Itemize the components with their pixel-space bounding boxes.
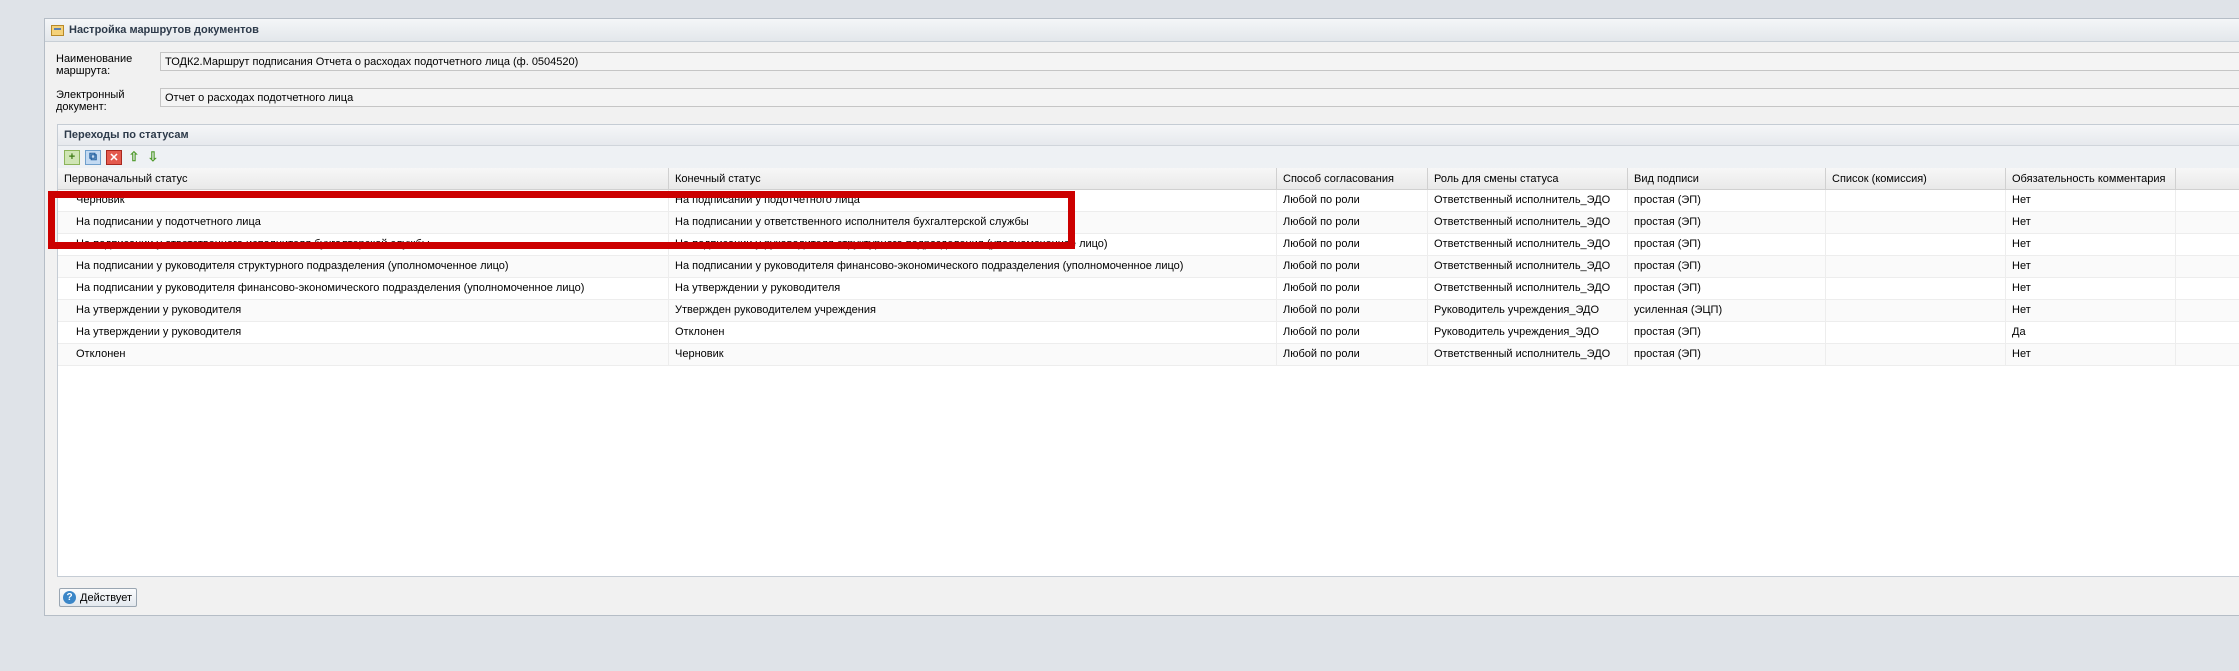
cell-final-status: Утвержден руководителем учреждения <box>669 300 1277 321</box>
cell-signature-type: простая (ЭП) <box>1628 344 1826 365</box>
cell-approval-method: Любой по роли <box>1277 344 1428 365</box>
window-titlebar: Настройка маршрутов документов <box>45 19 2239 42</box>
cell-comment-required: Нет <box>2006 344 2176 365</box>
help-icon: ? <box>63 591 76 604</box>
cell-approval-method: Любой по роли <box>1277 278 1428 299</box>
table-row[interactable]: На утверждении у руководителя Утвержден … <box>58 300 2239 322</box>
cell-commission-list <box>1826 278 2006 299</box>
cell-commission-list <box>1826 212 2006 233</box>
copy-icon[interactable]: ⧉ <box>85 149 101 165</box>
col-header-final-status[interactable]: Конечный статус <box>669 168 1277 189</box>
cell-initial-status: На утверждении у руководителя <box>58 322 669 343</box>
table-row[interactable]: На подписании у руководителя структурног… <box>58 256 2239 278</box>
cell-comment-required: Нет <box>2006 256 2176 277</box>
cell-signature-type: простая (ЭП) <box>1628 190 1826 211</box>
route-settings-window: Настройка маршрутов документов Наименова… <box>44 18 2239 616</box>
document-label: Электронный документ: <box>56 89 125 113</box>
cell-final-status: Отклонен <box>669 322 1277 343</box>
cell-comment-required: Нет <box>2006 190 2176 211</box>
cell-approval-method: Любой по роли <box>1277 190 1428 211</box>
route-name-field[interactable]: ТОДК2.Маршрут подписания Отчета о расход… <box>160 52 2239 71</box>
col-header-commission-list[interactable]: Список (комиссия) <box>1826 168 2006 189</box>
cell-approval-method: Любой по роли <box>1277 300 1428 321</box>
move-down-icon[interactable]: ⇩ <box>146 149 160 165</box>
table-row[interactable]: Черновик На подписании у подотчетного ли… <box>58 190 2239 212</box>
cell-initial-status: На подписании у ответственного исполните… <box>58 234 669 255</box>
status-transitions-panel: Переходы по статусам + ⧉ ✕ ⇧ ⇩ Первонача… <box>57 124 2239 577</box>
cell-approval-method: Любой по роли <box>1277 234 1428 255</box>
cell-role: Ответственный исполнитель_ЭДО <box>1428 190 1628 211</box>
document-field[interactable]: Отчет о расходах подотчетного лица <box>160 88 2239 107</box>
col-header-role[interactable]: Роль для смены статуса <box>1428 168 1628 189</box>
table-row[interactable]: На подписании у руководителя финансово-э… <box>58 278 2239 300</box>
window-title: Настройка маршрутов документов <box>69 24 259 36</box>
cell-approval-method: Любой по роли <box>1277 256 1428 277</box>
table-row[interactable]: Отклонен Черновик Любой по роли Ответств… <box>58 344 2239 366</box>
cell-final-status: На подписании у руководителя финансово-э… <box>669 256 1277 277</box>
cell-role: Ответственный исполнитель_ЭДО <box>1428 234 1628 255</box>
cell-final-status: На подписании у руководителя структурног… <box>669 234 1277 255</box>
delete-icon[interactable]: ✕ <box>106 149 122 165</box>
route-name-row: Наименование маршрута: ТОДК2.Маршрут под… <box>45 52 2239 77</box>
cell-role: Ответственный исполнитель_ЭДО <box>1428 256 1628 277</box>
cell-commission-list <box>1826 190 2006 211</box>
table-row[interactable]: На подписании у ответственного исполните… <box>58 234 2239 256</box>
cell-initial-status: На подписании у руководителя финансово-э… <box>58 278 669 299</box>
cell-initial-status: Черновик <box>58 190 669 211</box>
col-header-comment-required[interactable]: Обязательность комментария <box>2006 168 2176 189</box>
document-row: Электронный документ: Отчет о расходах п… <box>45 88 2239 113</box>
cell-role: Ответственный исполнитель_ЭДО <box>1428 278 1628 299</box>
add-icon[interactable]: + <box>64 149 80 165</box>
cell-commission-list <box>1826 322 2006 343</box>
cell-final-status: Черновик <box>669 344 1277 365</box>
cell-initial-status: На утверждении у руководителя <box>58 300 669 321</box>
cell-final-status: На подписании у подотчетного лица <box>669 190 1277 211</box>
route-name-label: Наименование маршрута: <box>56 53 133 77</box>
cell-final-status: На утверждении у руководителя <box>669 278 1277 299</box>
table-row[interactable]: На утверждении у руководителя Отклонен Л… <box>58 322 2239 344</box>
cell-comment-required: Нет <box>2006 300 2176 321</box>
cell-commission-list <box>1826 234 2006 255</box>
cell-role: Ответственный исполнитель_ЭДО <box>1428 212 1628 233</box>
transitions-grid: Первоначальный статус Конечный статус Сп… <box>58 168 2239 366</box>
cell-approval-method: Любой по роли <box>1277 322 1428 343</box>
cell-initial-status: На подписании у подотчетного лица <box>58 212 669 233</box>
cell-signature-type: простая (ЭП) <box>1628 256 1826 277</box>
cell-final-status: На подписании у ответственного исполните… <box>669 212 1277 233</box>
status-button-label: Действует <box>80 591 133 604</box>
status-active-button[interactable]: ? Действует <box>59 588 138 607</box>
cell-signature-type: простая (ЭП) <box>1628 234 1826 255</box>
cell-role: Руководитель учреждения_ЭДО <box>1428 300 1628 321</box>
col-header-signature-type[interactable]: Вид подписи <box>1628 168 1826 189</box>
cell-signature-type: простая (ЭП) <box>1628 212 1826 233</box>
cell-signature-type: простая (ЭП) <box>1628 278 1826 299</box>
cell-commission-list <box>1826 300 2006 321</box>
cell-initial-status: Отклонен <box>58 344 669 365</box>
col-header-approval-method[interactable]: Способ согласования <box>1277 168 1428 189</box>
cell-commission-list <box>1826 256 2006 277</box>
cell-role: Ответственный исполнитель_ЭДО <box>1428 344 1628 365</box>
cell-initial-status: На подписании у руководителя структурног… <box>58 256 669 277</box>
cell-commission-list <box>1826 344 2006 365</box>
grid-toolbar: + ⧉ ✕ ⇧ ⇩ <box>58 146 2239 169</box>
cell-role: Руководитель учреждения_ЭДО <box>1428 322 1628 343</box>
cell-comment-required: Нет <box>2006 212 2176 233</box>
table-row[interactable]: На подписании у подотчетного лица На под… <box>58 212 2239 234</box>
cell-comment-required: Нет <box>2006 234 2176 255</box>
grid-header: Первоначальный статус Конечный статус Сп… <box>58 168 2239 190</box>
cell-approval-method: Любой по роли <box>1277 212 1428 233</box>
cell-signature-type: усиленная (ЭЦП) <box>1628 300 1826 321</box>
panel-title: Переходы по статусам <box>58 125 2239 146</box>
col-header-initial-status[interactable]: Первоначальный статус <box>58 168 669 189</box>
cell-comment-required: Да <box>2006 322 2176 343</box>
cell-comment-required: Нет <box>2006 278 2176 299</box>
window-icon <box>51 24 64 36</box>
move-up-icon[interactable]: ⇧ <box>127 149 141 165</box>
cell-signature-type: простая (ЭП) <box>1628 322 1826 343</box>
